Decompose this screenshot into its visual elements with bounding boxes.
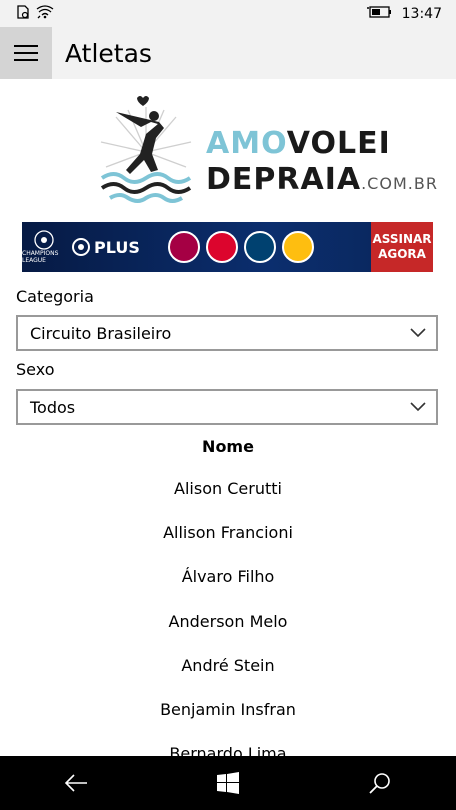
real-madrid-crest-icon [281, 231, 314, 263]
hamburger-icon [14, 45, 38, 61]
windows-icon [217, 772, 239, 794]
list-item[interactable]: Alison Cerutti [0, 466, 456, 510]
categoria-select[interactable]: Circuito Brasileiro [16, 315, 438, 351]
categoria-value: Circuito Brasileiro [30, 323, 172, 343]
list-header-nome: Nome [202, 437, 254, 456]
sexo-label: Sexo [16, 360, 55, 379]
assinar-agora-button[interactable]: ASSINAR AGORA [371, 222, 433, 272]
page-title: Atletas [65, 38, 152, 68]
status-right: 13:47 [366, 4, 456, 23]
list-item[interactable]: Álvaro Filho [0, 555, 456, 599]
list-item[interactable]: André Stein [0, 643, 456, 687]
hamburger-menu-button[interactable] [0, 27, 52, 79]
logo-text-line1: AMOVOLEI [206, 126, 391, 161]
logo-word-depraia: DEPRAIA [206, 162, 362, 197]
champions-star-icon [34, 230, 54, 250]
champions-league-logo: CHAMPIONS LEAGUE [22, 230, 66, 264]
app-header: Atletas [0, 27, 456, 79]
banner-plus-brand: PLUS [72, 238, 140, 257]
athlete-list: Alison Cerutti Allison Francioni Álvaro … [0, 466, 456, 776]
list-item[interactable]: Allison Francioni [0, 510, 456, 554]
search-icon [369, 773, 390, 794]
search-button[interactable] [350, 756, 410, 810]
list-item[interactable]: Anderson Melo [0, 599, 456, 643]
battery-icon [366, 4, 392, 23]
list-item[interactable]: Benjamin Insfran [0, 687, 456, 731]
status-bar: 13:47 [0, 0, 456, 27]
bayern-crest-icon [205, 231, 238, 263]
psg-crest-icon [243, 231, 276, 263]
chevron-down-icon [410, 402, 426, 412]
categoria-label: Categoria [16, 287, 94, 306]
volleyball-player-icon [100, 96, 192, 203]
banner-league-text: CHAMPIONS LEAGUE [22, 250, 59, 264]
esporte-interativo-icon [72, 238, 90, 256]
chevron-down-icon [410, 328, 426, 338]
windows-nav-bar [0, 756, 456, 810]
start-button[interactable] [198, 756, 258, 810]
back-button[interactable] [46, 756, 106, 810]
barcelona-crest-icon [167, 231, 200, 263]
logo-word-amo: AMO [206, 126, 287, 161]
sim-icon [16, 4, 30, 23]
cta-line2: AGORA [378, 247, 426, 261]
status-time: 13:47 [401, 5, 442, 22]
logo-word-volei: VOLEI [286, 126, 391, 161]
sexo-value: Todos [30, 397, 76, 417]
back-icon [64, 774, 87, 792]
status-left [0, 4, 54, 23]
logo-text-line2: DEPRAIA.COM.BR [206, 162, 438, 197]
logo-domain: .COM.BR [361, 174, 438, 193]
site-logo: AMOVOLEI DEPRAIA.COM.BR [96, 92, 437, 210]
wifi-icon [36, 4, 54, 23]
banner-ad[interactable]: CHAMPIONS LEAGUE PLUS ASSINAR AGORA [22, 222, 433, 272]
sexo-select[interactable]: Todos [16, 389, 438, 425]
banner-plus-label: PLUS [94, 237, 140, 257]
cta-line1: ASSINAR [372, 232, 432, 246]
